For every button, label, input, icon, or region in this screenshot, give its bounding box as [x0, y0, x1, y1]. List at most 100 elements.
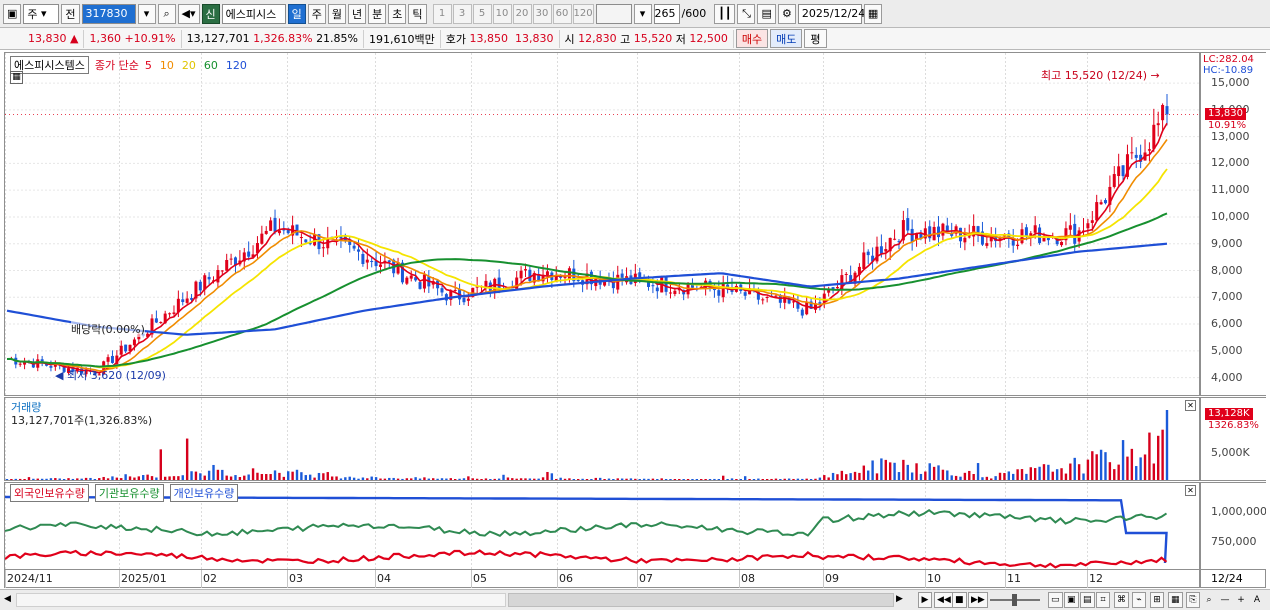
interval-tab-1[interactable]: 주 — [307, 3, 326, 24]
stock-name-field[interactable]: 에스피시스 — [221, 3, 286, 24]
fast-forward-icon[interactable]: ▶▶ — [968, 592, 988, 608]
volume-bar — [717, 479, 721, 480]
zoom-search-icon[interactable]: ⌕ — [1202, 592, 1216, 608]
volume-bar — [361, 477, 365, 480]
scroll-thumb[interactable] — [508, 593, 894, 607]
count-button-10[interactable]: 10 — [492, 3, 512, 24]
zoom-slider-handle[interactable] — [1012, 594, 1017, 606]
tool-4-icon[interactable]: ⊞ — [1150, 592, 1164, 608]
speaker-icon[interactable]: ◀▾ — [177, 3, 200, 24]
draw-tools-icon[interactable]: ⤡ — [737, 3, 756, 24]
table-icon[interactable]: ▦ — [10, 71, 23, 84]
count-button-1[interactable]: 1 — [432, 3, 452, 24]
interval-tab-5[interactable]: 초 — [388, 3, 407, 24]
volume-bar — [871, 460, 874, 480]
volume-bar — [827, 477, 830, 480]
font-size-icon[interactable]: A — [1250, 592, 1264, 608]
period-select[interactable]: 주 ▾ — [23, 3, 60, 24]
volume-bar — [493, 478, 496, 480]
volume-bar — [300, 472, 303, 480]
legend-institution[interactable]: 기관보유수량 — [94, 484, 164, 502]
volume-axis-tick: 5,000K — [1211, 446, 1250, 459]
panel-close-icon[interactable]: ✕ — [1185, 400, 1196, 411]
interval-tab-0[interactable]: 일 — [287, 3, 306, 24]
interval-tab-6[interactable]: 틱 — [408, 3, 427, 24]
volume-bar — [897, 472, 901, 480]
candle-body — [18, 363, 22, 365]
rewind-icon[interactable]: ◀◀ — [934, 592, 954, 608]
quote-label: 호가 — [445, 32, 466, 46]
volume-bar — [155, 477, 158, 480]
turnover-value: 21.85% — [316, 32, 359, 45]
volume-bar — [638, 479, 641, 480]
volume-bar — [1073, 457, 1076, 480]
tool-5-icon[interactable]: ▦ — [1168, 592, 1183, 608]
volume-bar — [524, 478, 527, 480]
count-dropdown-icon[interactable]: ▾ — [633, 3, 652, 24]
volume-bar — [172, 476, 176, 480]
legend-foreign[interactable]: 외국인보유수량 — [10, 484, 89, 502]
layout-1-icon[interactable]: ▭ — [1048, 592, 1063, 608]
sell-button[interactable]: 매도 — [770, 29, 803, 48]
interval-tab-2[interactable]: 월 — [327, 3, 347, 24]
volume-pct: 1,326.83% — [253, 32, 313, 45]
volume-bar — [581, 478, 584, 480]
volume-bar — [133, 477, 136, 480]
count-button-3[interactable]: 3 — [452, 3, 472, 24]
volume-bar — [968, 470, 971, 480]
interval-tab-3[interactable]: 년 — [348, 3, 367, 24]
zoom-out-icon[interactable]: — — [1218, 592, 1232, 608]
volume-bar — [541, 477, 545, 480]
price-chart-panel[interactable]: 에스피시스템스 종가 단순 5 10 20 60 120 ▦ 최고 15,520 (12… — [4, 52, 1200, 396]
settings-icon[interactable]: ⚙ — [777, 3, 796, 24]
custom-count-input[interactable] — [595, 3, 632, 24]
count-button-20[interactable]: 20 — [512, 3, 532, 24]
candle-body — [963, 237, 967, 243]
tool-1-icon[interactable]: ⌗ — [1096, 592, 1110, 608]
volume-bar — [528, 478, 532, 480]
stock-code-input[interactable]: 317830 — [81, 3, 136, 24]
holdings-chart-panel[interactable]: 외국인보유수량 기관보유수량 개인보유수량 ✕ — [4, 482, 1200, 570]
volume-chart-panel[interactable]: 거래량 13,127,701주(1,326.83%) ✕ — [4, 397, 1200, 481]
tool-3-icon[interactable]: ⌁ — [1132, 592, 1146, 608]
chart-type-icon[interactable]: ┃┃ — [714, 3, 736, 24]
zoom-in-icon[interactable]: + — [1234, 592, 1248, 608]
volume-bar — [555, 478, 558, 480]
play-icon[interactable]: ▶ — [918, 592, 932, 608]
candle-body — [361, 253, 365, 265]
candle-body — [1090, 220, 1094, 223]
candle-body — [906, 218, 910, 231]
save-icon[interactable]: ▤ — [757, 3, 776, 24]
layout-2-icon[interactable]: ▣ — [1064, 592, 1079, 608]
volume-bar — [84, 477, 88, 480]
count-button-60[interactable]: 60 — [552, 3, 572, 24]
window-icon[interactable]: ▣ — [3, 3, 22, 24]
horizontal-scrollbar[interactable] — [16, 593, 506, 607]
code-dropdown-icon[interactable]: ▾ — [137, 3, 156, 24]
interval-tab-4[interactable]: 분 — [368, 3, 387, 24]
tool-2-icon[interactable]: ⌘ — [1114, 592, 1129, 608]
price-axis-tick: 12,000 — [1211, 156, 1250, 170]
count-button-5[interactable]: 5 — [472, 3, 492, 24]
scroll-right-icon[interactable]: ▶ — [896, 594, 905, 606]
prev-button[interactable]: 전 — [61, 3, 80, 24]
candle-body — [1152, 124, 1156, 149]
scroll-left-icon[interactable]: ◀ — [4, 594, 13, 606]
count-button-120[interactable]: 120 — [572, 3, 594, 24]
stop-icon[interactable]: ■ — [952, 592, 967, 608]
holdings-close-icon[interactable]: ✕ — [1185, 485, 1196, 496]
tool-6-icon[interactable]: ⎘ — [1186, 592, 1200, 608]
price-axis-tick: 4,000 — [1211, 370, 1243, 384]
count-button-30[interactable]: 30 — [532, 3, 552, 24]
legend-individual[interactable]: 개인보유수량 — [169, 484, 239, 502]
layout-3-icon[interactable]: ▤ — [1080, 592, 1095, 608]
legend-ma-120: 120 — [225, 58, 247, 72]
count-value[interactable]: 265 — [653, 3, 680, 24]
calendar-icon[interactable]: ▦ — [863, 3, 883, 24]
avg-button[interactable]: 평 — [804, 29, 827, 48]
buy-button[interactable]: 매수 — [735, 29, 769, 48]
search-icon[interactable]: ⌕ — [157, 3, 176, 24]
candle-body — [409, 275, 413, 279]
volume-bar — [177, 476, 180, 480]
date-input[interactable]: 2025/12/24 — [797, 3, 865, 24]
